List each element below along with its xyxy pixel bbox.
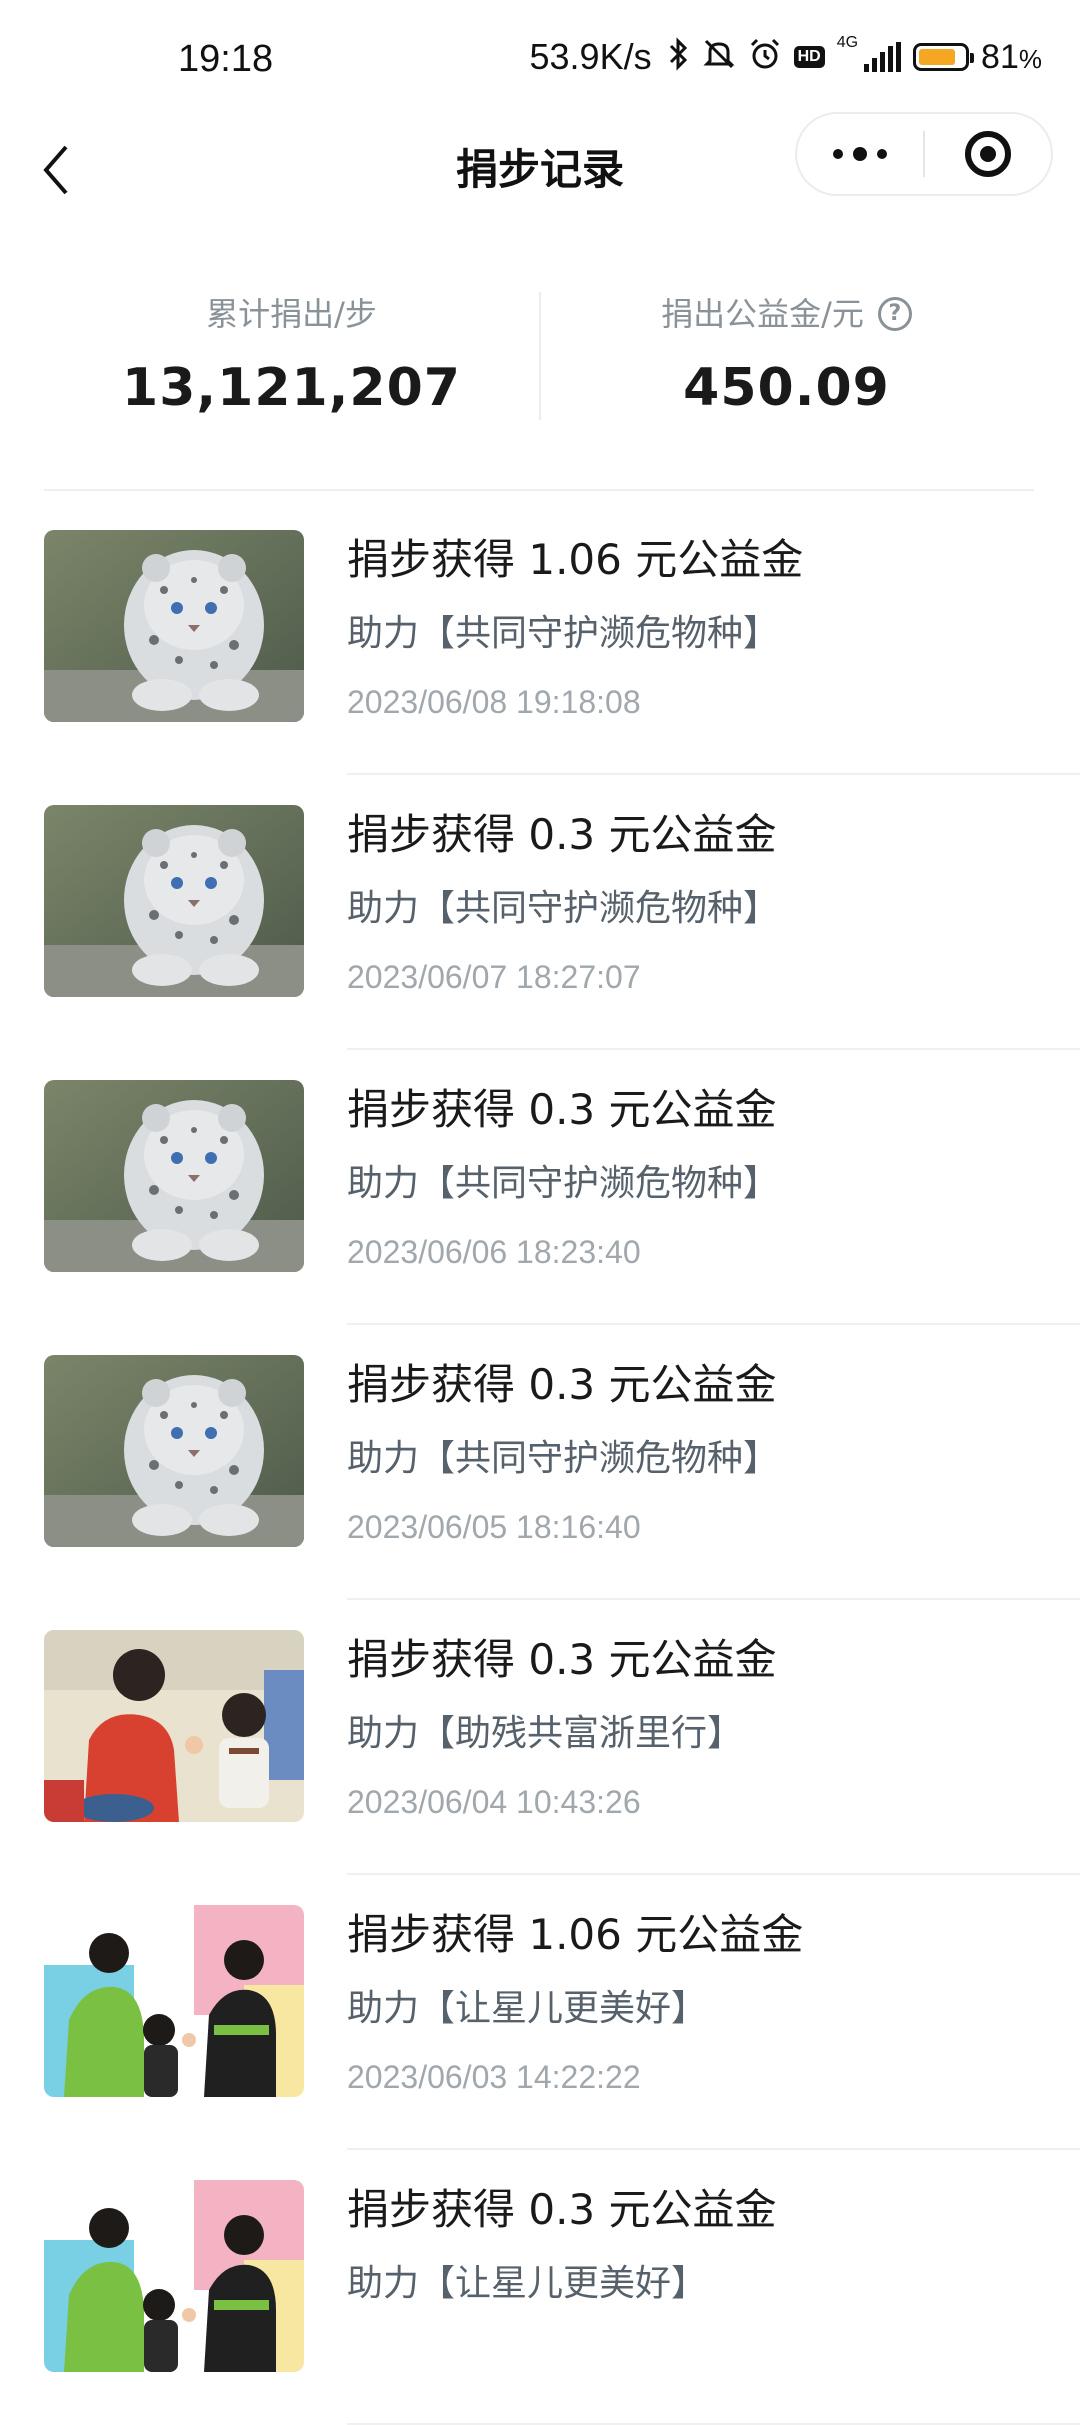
status-time: 19:18: [178, 38, 274, 80]
battery-icon: [913, 43, 975, 71]
record-project: 助力【共同守护濒危物种】: [347, 613, 780, 654]
record-item[interactable]: 捐步获得 0.3 元公益金 助力【共同守护濒危物种】 2023/06/07 18…: [0, 775, 1080, 1050]
record-item[interactable]: 捐步获得 0.3 元公益金 助力【共同守护濒危物种】 2023/06/05 18…: [0, 1325, 1080, 1600]
record-time: 2023/06/06 18:23:40: [347, 1234, 641, 1270]
record-title: 捐步获得 0.3 元公益金: [347, 1360, 777, 1409]
nav-bar: 捐步记录: [0, 112, 1080, 240]
project-image: [44, 1630, 304, 1822]
help-icon[interactable]: ?: [877, 297, 912, 331]
project-image: [44, 1080, 304, 1272]
summary-panel: 累计捐出/步 13,121,207 捐出公益金/元 ? 450.09: [44, 290, 1034, 430]
net-speed: 53.9K/s: [529, 36, 652, 77]
record-title: 捐步获得 0.3 元公益金: [347, 1085, 777, 1134]
record-time: 2023/06/07 18:27:07: [347, 959, 641, 995]
record-title: 捐步获得 1.06 元公益金: [347, 1910, 804, 1959]
project-image: [44, 1905, 304, 2097]
steps-label: 累计捐出/步: [206, 295, 377, 333]
project-image: [44, 1355, 304, 1547]
record-project: 助力【让星儿更美好】: [347, 1988, 708, 2029]
record-list: 捐步获得 1.06 元公益金 助力【共同守护濒危物种】 2023/06/08 1…: [0, 500, 1080, 2425]
record-time: 2023/06/04 10:43:26: [347, 1784, 641, 1820]
record-title: 捐步获得 0.3 元公益金: [347, 810, 777, 859]
record-time: 2023/06/08 19:18:08: [347, 684, 641, 720]
steps-stat: 累计捐出/步 13,121,207: [44, 290, 539, 430]
record-project: 助力【助残共富浙里行】: [347, 1713, 744, 1754]
record-project: 助力【让星儿更美好】: [347, 2263, 708, 2304]
record-project: 助力【共同守护濒危物种】: [347, 1438, 780, 1479]
more-button[interactable]: [797, 114, 923, 194]
target-icon: [965, 131, 1011, 177]
project-image: [44, 530, 304, 722]
project-image: [44, 2180, 304, 2372]
record-project: 助力【共同守护濒危物种】: [347, 1163, 780, 1204]
network-type: 4G: [836, 34, 859, 51]
mini-program-capsule: [795, 112, 1053, 196]
record-item[interactable]: 捐步获得 0.3 元公益金 助力【助残共富浙里行】 2023/06/04 10:…: [0, 1600, 1080, 1875]
record-time: 2023/06/03 14:22:22: [347, 2059, 641, 2095]
hd-badge: HD: [793, 46, 825, 68]
project-image: [44, 805, 304, 997]
alarm-icon: [748, 37, 782, 77]
status-bar: 19:18 53.9K/s HD 4G 81%: [0, 0, 1080, 120]
record-item[interactable]: 捐步获得 0.3 元公益金 助力【共同守护濒危物种】 2023/06/06 18…: [0, 1050, 1080, 1325]
summary-divider: [44, 489, 1034, 491]
record-time: 2023/06/05 18:16:40: [347, 1509, 641, 1545]
fund-value: 450.09: [683, 358, 890, 418]
record-title: 捐步获得 0.3 元公益金: [347, 1635, 777, 1684]
record-title: 捐步获得 1.06 元公益金: [347, 535, 804, 584]
status-icons: 53.9K/s HD 4G 81%: [529, 34, 1043, 78]
signal-icon: [864, 42, 902, 72]
fund-label: 捐出公益金/元 ?: [539, 290, 1034, 338]
close-mini-program-button[interactable]: [925, 114, 1051, 194]
record-item[interactable]: 捐步获得 1.06 元公益金 助力【共同守护濒危物种】 2023/06/08 1…: [0, 500, 1080, 775]
record-item[interactable]: 捐步获得 1.06 元公益金 助力【让星儿更美好】 2023/06/03 14:…: [0, 1875, 1080, 2150]
battery-text: 81%: [981, 37, 1042, 76]
more-icon: [833, 147, 887, 161]
mute-bell-icon: [702, 37, 736, 77]
record-project: 助力【共同守护濒危物种】: [347, 888, 780, 929]
record-title: 捐步获得 0.3 元公益金: [347, 2185, 777, 2234]
bluetooth-icon: [668, 37, 690, 77]
steps-value: 13,121,207: [122, 358, 461, 418]
record-item[interactable]: 捐步获得 0.3 元公益金 助力【让星儿更美好】: [0, 2150, 1080, 2425]
fund-stat: 捐出公益金/元 ? 450.09: [539, 290, 1034, 430]
